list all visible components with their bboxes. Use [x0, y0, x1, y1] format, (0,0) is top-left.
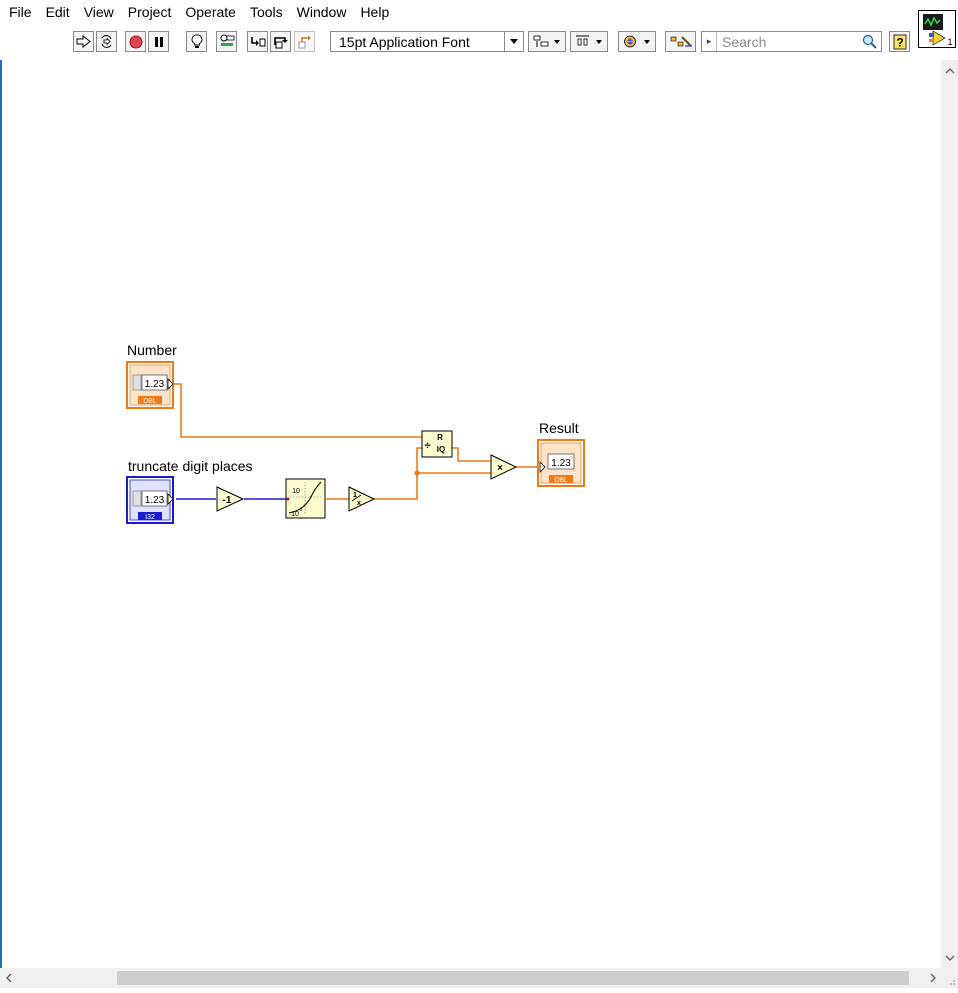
- quotient-remainder-label: R: [437, 433, 443, 442]
- wires: [174, 383, 538, 500]
- number-control-value: 1.23: [145, 379, 165, 390]
- horizontal-scroll-thumb[interactable]: [117, 971, 909, 985]
- decrement-node[interactable]: -1: [216, 486, 245, 512]
- wire-quotient-to-multiply: [452, 447, 491, 462]
- result-label[interactable]: Result: [539, 420, 579, 436]
- power-base-label: 10: [291, 511, 299, 518]
- result-indicator-terminal[interactable]: 1.23 DBL: [537, 439, 585, 487]
- resize-grip-icon[interactable]: [941, 968, 958, 988]
- truncate-type-badge: I32: [145, 514, 155, 521]
- scroll-right-icon[interactable]: [924, 968, 941, 988]
- power-top-label: 10: [292, 488, 300, 495]
- multiply-node[interactable]: ×: [490, 454, 518, 480]
- block-diagram[interactable]: 1.23 DBL 1.23 I32 -1 10 10 x 1 x ÷ R IQ …: [0, 0, 958, 988]
- scrollbar-corner: [941, 968, 958, 988]
- reciprocal-node[interactable]: 1 x: [348, 486, 376, 512]
- reciprocal-den-label: x: [357, 500, 361, 507]
- number-type-badge: DBL: [143, 398, 157, 405]
- quotient-remainder-node[interactable]: ÷ R IQ: [421, 430, 453, 458]
- wire-junction-dot: [414, 470, 420, 476]
- result-indicator-value: 1.23: [551, 458, 571, 469]
- wire-number-to-quotient: [174, 383, 422, 438]
- scroll-left-icon[interactable]: [0, 968, 17, 988]
- svg-text:÷: ÷: [424, 440, 430, 452]
- vertical-scrollbar[interactable]: [941, 60, 958, 968]
- decrement-label: -1: [223, 495, 232, 506]
- quotient-integer-label: IQ: [437, 445, 445, 454]
- truncate-control-terminal[interactable]: 1.23 I32: [126, 476, 174, 524]
- power-of-10-node[interactable]: 10 10 x: [285, 478, 326, 519]
- wire-reciprocal-to-branch: [374, 473, 418, 500]
- horizontal-scrollbar[interactable]: [0, 968, 941, 988]
- result-type-badge: DBL: [554, 477, 568, 484]
- multiply-label: ×: [497, 463, 503, 474]
- number-label[interactable]: Number: [127, 342, 177, 358]
- truncate-label[interactable]: truncate digit places: [128, 458, 253, 474]
- number-control-terminal[interactable]: 1.23 DBL: [126, 361, 174, 409]
- scroll-down-icon[interactable]: [941, 949, 958, 966]
- wire-branch-to-quotient: [416, 447, 422, 473]
- truncate-control-value: 1.23: [145, 495, 165, 506]
- scroll-up-icon[interactable]: [941, 62, 958, 79]
